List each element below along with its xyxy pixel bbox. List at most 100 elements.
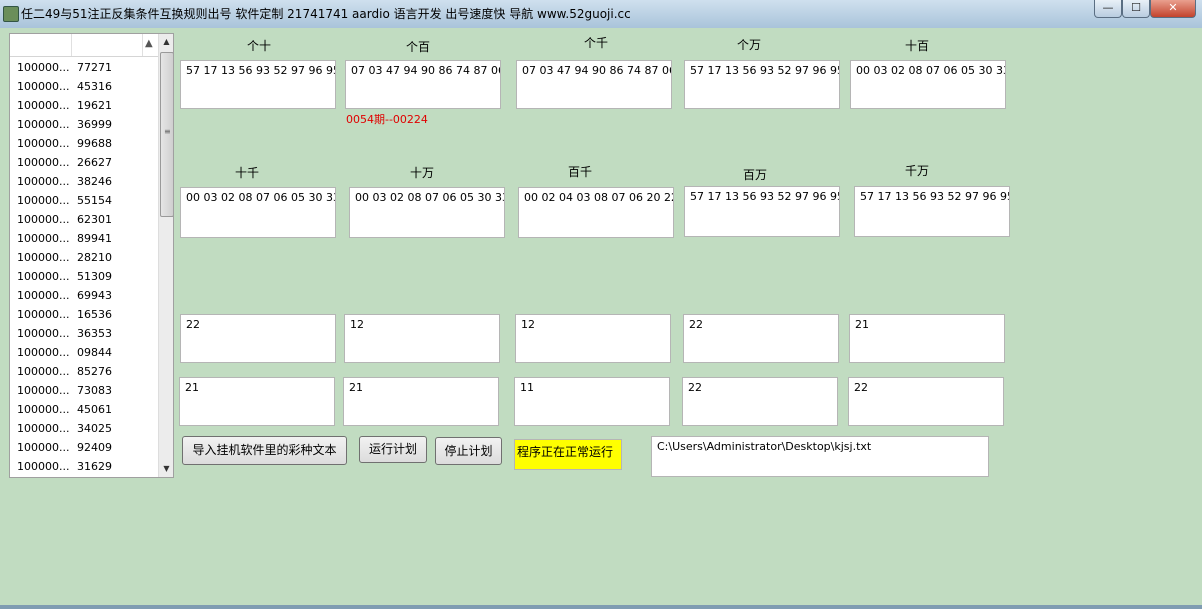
list-item-key: 100000... bbox=[17, 381, 69, 400]
textbox-bai-qian[interactable]: 00 02 04 03 08 07 06 20 22 24 bbox=[518, 187, 674, 238]
list-header: ▲ bbox=[10, 34, 159, 57]
list-item[interactable]: 100000... 28210 bbox=[10, 248, 159, 267]
textbox-shi-qian[interactable]: 00 03 02 08 07 06 05 30 33 32 bbox=[180, 187, 336, 238]
list-item[interactable]: 100000... 36353 bbox=[10, 324, 159, 343]
list-item[interactable]: 100000...55154 bbox=[10, 191, 159, 210]
period-label: 0054期--00224 bbox=[346, 111, 428, 127]
list-item[interactable]: 100000...26627 bbox=[10, 153, 159, 172]
count-box-1-2[interactable]: 12 bbox=[344, 314, 500, 363]
list-item-value: 28210 bbox=[77, 248, 112, 267]
list-item-value: 99688 bbox=[77, 134, 112, 153]
list-item[interactable]: 100000...92409 bbox=[10, 438, 159, 457]
run-plan-button[interactable]: 运行计划 bbox=[359, 436, 427, 463]
list-item[interactable]: 100000... 73083 bbox=[10, 381, 159, 400]
list-item[interactable]: 100000... 69943 bbox=[10, 286, 159, 305]
list-item[interactable]: 100000... 09844 bbox=[10, 343, 159, 362]
count-box-2-2[interactable]: 21 bbox=[343, 377, 499, 426]
label-shi-bai: 十百 bbox=[905, 37, 929, 54]
list-item-value: 16536 bbox=[77, 305, 112, 324]
count-box-1-1[interactable]: 22 bbox=[180, 314, 336, 363]
scroll-up-icon[interactable]: ▲ bbox=[159, 34, 174, 50]
label-qian-wan: 千万 bbox=[905, 162, 929, 179]
count-box-2-1[interactable]: 21 bbox=[179, 377, 335, 426]
list-item-value: 26627 bbox=[77, 153, 112, 172]
label-ge-bai: 个百 bbox=[406, 38, 430, 55]
list-item-value: 45061 bbox=[77, 400, 112, 419]
minimize-button[interactable]: — bbox=[1094, 0, 1122, 18]
list-item-value: 31629 bbox=[77, 457, 112, 476]
list-item-value: 09844 bbox=[77, 343, 112, 362]
list-item-value: 45316 bbox=[77, 77, 112, 96]
list-item[interactable]: 100000...89941 bbox=[10, 229, 159, 248]
list-item-key: 100000... bbox=[17, 286, 69, 305]
textbox-qian-wan[interactable]: 57 17 13 56 93 52 97 96 95 94 bbox=[854, 186, 1010, 237]
textbox-bai-wan[interactable]: 57 17 13 56 93 52 97 96 95 94 bbox=[684, 186, 840, 237]
list-item-value: 69943 bbox=[77, 286, 112, 305]
list-item-value: 77271 bbox=[77, 58, 112, 77]
list-item-value: 38246 bbox=[77, 172, 112, 191]
count-box-2-3[interactable]: 11 bbox=[514, 377, 670, 426]
list-item[interactable]: 100000...31629 bbox=[10, 457, 159, 476]
list-item-key: 100000... bbox=[17, 115, 69, 134]
list-item-value: 51309 bbox=[77, 267, 112, 286]
list-item-key: 100000... bbox=[17, 419, 69, 438]
count-box-2-5[interactable]: 22 bbox=[848, 377, 1004, 426]
textbox-ge-bai[interactable]: 07 03 47 94 90 86 74 87 06 02 bbox=[345, 60, 501, 109]
title-bar: 任二49与51注正反集条件互换规则出号 软件定制 21741741 aardio… bbox=[0, 0, 1202, 28]
count-box-2-4[interactable]: 22 bbox=[682, 377, 838, 426]
stop-plan-button[interactable]: 停止计划 bbox=[435, 437, 502, 465]
label-ge-wan: 个万 bbox=[737, 36, 761, 53]
list-item[interactable]: 100000... 36999 bbox=[10, 115, 159, 134]
scroll-thumb[interactable]: ≡ bbox=[160, 52, 174, 217]
list-item-key: 100000... bbox=[17, 324, 69, 343]
list-item-value: 73083 bbox=[77, 381, 112, 400]
result-list[interactable]: ▲ 100000...77271100000...45316100000...1… bbox=[9, 33, 174, 478]
list-item-key: 100000... bbox=[17, 58, 69, 77]
list-item[interactable]: 100000... 45061 bbox=[10, 400, 159, 419]
count-box-1-3[interactable]: 12 bbox=[515, 314, 671, 363]
label-bai-wan: 百万 bbox=[743, 166, 767, 183]
close-button[interactable]: ✕ bbox=[1150, 0, 1196, 18]
textbox-ge-qian[interactable]: 07 03 47 94 90 86 74 87 06 02 bbox=[516, 60, 672, 109]
list-item[interactable]: 100000... 34025 bbox=[10, 419, 159, 438]
app-icon bbox=[3, 6, 19, 22]
list-item-value: 36353 bbox=[77, 324, 112, 343]
list-item-key: 100000... bbox=[17, 343, 69, 362]
textbox-ge-wan[interactable]: 57 17 13 56 93 52 97 96 95 94 bbox=[684, 60, 840, 109]
list-item-value: 89941 bbox=[77, 229, 112, 248]
list-item-value: 55154 bbox=[77, 191, 112, 210]
status-box: 程序正在正常运行 bbox=[514, 439, 622, 470]
import-text-button[interactable]: 导入挂机软件里的彩种文本 bbox=[182, 436, 347, 465]
list-item[interactable]: 100000...62301 bbox=[10, 210, 159, 229]
textbox-shi-bai[interactable]: 00 03 02 08 07 06 05 30 33 32 bbox=[850, 60, 1006, 109]
list-item-key: 100000... bbox=[17, 400, 69, 419]
list-item[interactable]: 100000...85276 bbox=[10, 362, 159, 381]
list-item[interactable]: 100000...45316 bbox=[10, 77, 159, 96]
window-title: 任二49与51注正反集条件互换规则出号 软件定制 21741741 aardio… bbox=[21, 5, 631, 22]
list-item[interactable]: 100000... 77271 bbox=[10, 58, 159, 77]
count-box-1-4[interactable]: 22 bbox=[683, 314, 839, 363]
list-item[interactable]: 100000... 51309 bbox=[10, 267, 159, 286]
list-item-key: 100000... bbox=[17, 96, 69, 115]
list-item-value: 36999 bbox=[77, 115, 112, 134]
list-item-value: 92409 bbox=[77, 438, 112, 457]
list-rows: 100000...77271100000...45316100000...196… bbox=[10, 58, 159, 476]
list-item[interactable]: 100000...16536 bbox=[10, 305, 159, 324]
column-header-2[interactable] bbox=[72, 34, 143, 56]
scroll-down-icon[interactable]: ▼ bbox=[159, 461, 174, 477]
list-item-key: 100000... bbox=[17, 248, 69, 267]
list-item[interactable]: 100000...38246 bbox=[10, 172, 159, 191]
list-item[interactable]: 100000...19621 bbox=[10, 96, 159, 115]
textbox-ge-shi[interactable]: 57 17 13 56 93 52 97 96 95 94 bbox=[180, 60, 336, 109]
count-box-1-5[interactable]: 21 bbox=[849, 314, 1005, 363]
column-header-1[interactable] bbox=[10, 34, 72, 56]
label-shi-wan: 十万 bbox=[410, 164, 434, 181]
textbox-shi-wan[interactable]: 00 03 02 08 07 06 05 30 33 32 bbox=[349, 187, 505, 238]
file-path-field[interactable]: C:\Users\Administrator\Desktop\kjsj.txt bbox=[651, 436, 989, 477]
maximize-button[interactable]: ☐ bbox=[1122, 0, 1150, 18]
list-item[interactable]: 100000...99688 bbox=[10, 134, 159, 153]
label-shi-qian: 十千 bbox=[235, 164, 259, 181]
list-item-value: 34025 bbox=[77, 419, 112, 438]
list-item-key: 100000... bbox=[17, 267, 69, 286]
list-scrollbar[interactable]: ▲ ≡ ▼ bbox=[158, 34, 174, 477]
